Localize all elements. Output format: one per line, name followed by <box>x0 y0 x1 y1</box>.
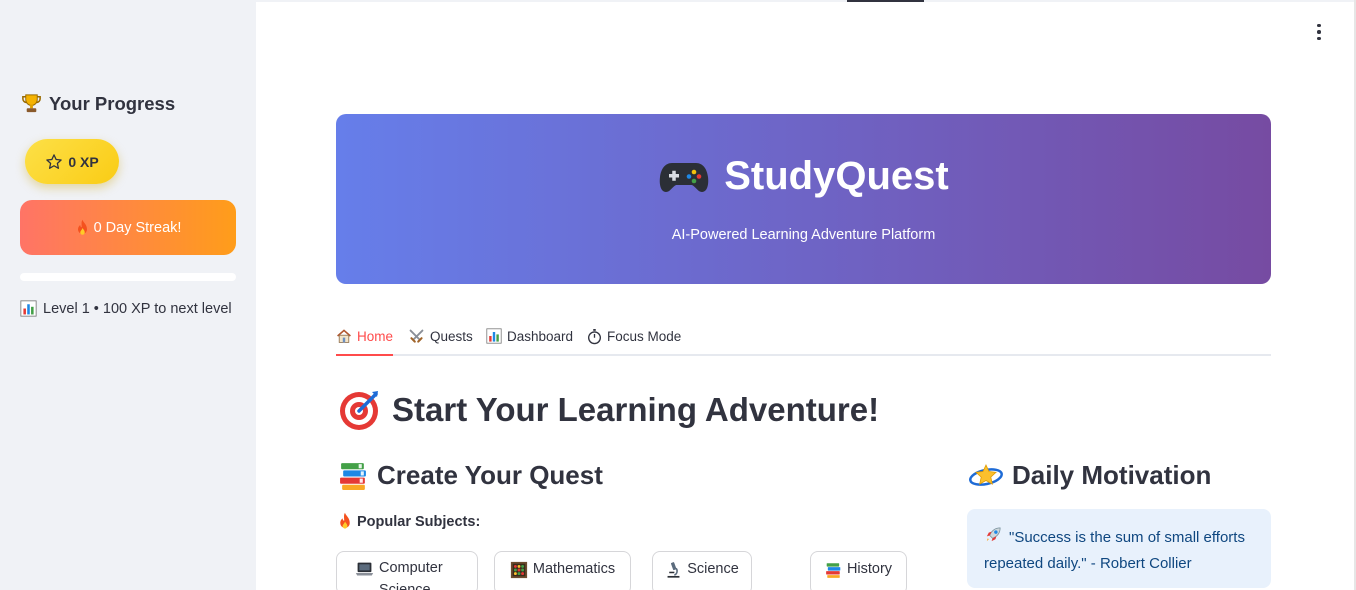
motivation-quote-box: "Success is the sum of small efforts rep… <box>967 509 1271 588</box>
house-icon <box>336 328 352 344</box>
page-heading: Start Your Learning Adventure! <box>338 388 879 432</box>
hero-banner: StudyQuest AI-Powered Learning Adventure… <box>336 114 1271 284</box>
subject-label: History <box>846 561 893 577</box>
tab-focus-mode[interactable]: Focus Mode <box>587 318 681 354</box>
level-info: Level 1 • 100 XP to next level <box>20 300 232 317</box>
tab-home-label: Home <box>357 328 394 344</box>
create-quest-heading-text: Create Your Quest <box>377 460 603 490</box>
bar-chart-icon <box>20 300 37 317</box>
main-content <box>256 0 1356 590</box>
dizzy-star-icon <box>968 461 1004 491</box>
xp-label: 0 XP <box>68 153 99 170</box>
rocket-icon <box>984 525 1003 552</box>
dot <box>1317 36 1321 41</box>
header-line <box>256 0 1356 2</box>
trophy-icon <box>20 92 43 115</box>
hero-title: StudyQuest <box>336 154 1271 199</box>
popular-subjects-label: Popular Subjects: <box>337 512 480 531</box>
stopwatch-icon <box>587 328 602 345</box>
tab-focus-mode-label: Focus Mode <box>607 328 682 344</box>
subject-label: Mathematics <box>532 561 616 577</box>
hero-title-text: StudyQuest <box>724 154 949 198</box>
xp-badge: 0 XP <box>25 139 119 184</box>
tab-quests[interactable]: Quests <box>408 318 473 354</box>
subject-button-history[interactable]: History <box>810 551 907 590</box>
fire-icon <box>337 512 353 531</box>
fire-icon <box>75 219 90 237</box>
main-menu-button[interactable] <box>1309 22 1329 42</box>
tab-dashboard[interactable]: Dashboard <box>486 318 573 354</box>
laptop-icon <box>355 561 374 578</box>
popular-subjects-text: Popular Subjects: <box>357 513 481 530</box>
books-icon <box>338 460 369 491</box>
streak-label: 0 Day Streak! <box>93 219 182 236</box>
abacus-icon <box>510 561 528 579</box>
subject-button-computer-science[interactable]: Computer Science <box>336 551 478 590</box>
daily-motivation-heading: Daily Motivation <box>968 460 1211 491</box>
quote-text: "Success is the sum of small efforts rep… <box>984 529 1245 572</box>
books-icon <box>825 561 842 579</box>
gamepad-icon <box>658 157 710 197</box>
level-progress-bar <box>20 273 236 281</box>
tab-quests-label: Quests <box>430 328 473 344</box>
subject-label: Science <box>687 561 739 577</box>
subject-button-science[interactable]: Science <box>652 551 752 590</box>
subject-label: Computer Science <box>379 560 443 590</box>
tab-dashboard-label: Dashboard <box>507 328 574 344</box>
level-text: Level 1 • 100 XP to next level <box>43 300 232 317</box>
bar-chart-icon <box>486 328 502 344</box>
crossed-swords-icon <box>408 328 425 345</box>
running-indicator <box>847 0 924 2</box>
tab-home[interactable]: Home <box>336 318 394 356</box>
star-icon <box>45 153 63 171</box>
streak-card: 0 Day Streak! <box>20 200 236 255</box>
target-icon <box>338 388 382 432</box>
subject-button-mathematics[interactable]: Mathematics <box>494 551 631 590</box>
sidebar-title-text: Your Progress <box>49 92 176 114</box>
microscope-icon <box>665 561 682 579</box>
hero-subtitle: AI-Powered Learning Adventure Platform <box>671 227 936 243</box>
daily-motivation-heading-text: Daily Motivation <box>1012 460 1212 490</box>
sidebar-title: Your Progress <box>20 92 175 115</box>
page-heading-text: Start Your Learning Adventure! <box>392 391 880 428</box>
tab-bar: Home Quests Dashboard Focus Mode <box>336 318 1271 356</box>
sidebar <box>0 0 256 590</box>
dot <box>1317 23 1321 28</box>
create-quest-heading: Create Your Quest <box>338 460 603 491</box>
dot <box>1317 30 1321 34</box>
